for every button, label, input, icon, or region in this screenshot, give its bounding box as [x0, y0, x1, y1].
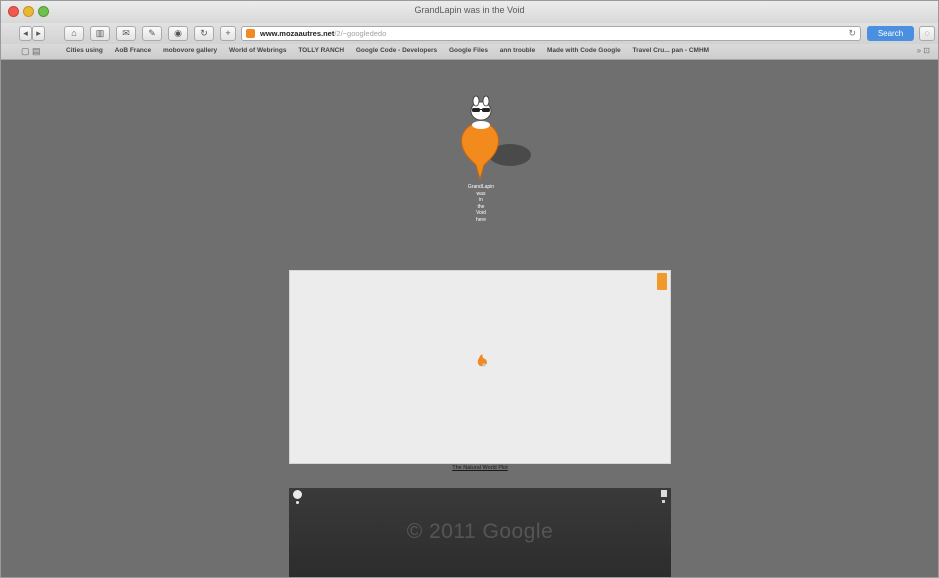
- pegman-icon[interactable]: [657, 273, 667, 290]
- expand-icon[interactable]: [661, 490, 667, 497]
- pen-icon: ✎: [148, 28, 156, 38]
- downloads-button[interactable]: ◌: [919, 26, 935, 41]
- add-tab-button[interactable]: +: [220, 26, 236, 41]
- url-path: /2/~googlededo: [334, 29, 387, 38]
- bookmarks-list: Cities using AoB France mobovore gallery…: [66, 47, 719, 54]
- pin-label-line: here: [475, 216, 486, 223]
- browser-window: GrandLapin was in the Void ◂ ▸ ⌂ ▥ ✉ ✎ ◉…: [0, 0, 939, 578]
- window-title: GrandLapin was in the Void: [414, 5, 525, 15]
- url-reload-icon[interactable]: ↻: [848, 27, 856, 40]
- bookmark-item[interactable]: AoB France: [115, 47, 151, 54]
- bookmark-item[interactable]: Cities using: [66, 47, 103, 54]
- share-icon[interactable]: » ⊡: [917, 46, 930, 55]
- forward-button[interactable]: ▸: [32, 26, 45, 41]
- search-field[interactable]: Search: [867, 26, 914, 41]
- reload-icon: ↻: [200, 28, 208, 38]
- bookmarks-button[interactable]: ▥: [90, 26, 110, 41]
- home-icon: ⌂: [71, 28, 77, 38]
- expand-dot-icon: [662, 500, 665, 503]
- bookmark-item[interactable]: Travel Cru... pan - CMHM: [632, 47, 709, 54]
- reload-button[interactable]: ↻: [194, 26, 214, 41]
- safari-icon: ◉: [174, 28, 182, 38]
- mail-icon: ✉: [122, 28, 130, 38]
- bookmark-item[interactable]: Google Files: [449, 47, 488, 54]
- bookmark-item[interactable]: World of Webrings: [229, 47, 287, 54]
- bookmarks-icon: ▥: [95, 28, 105, 38]
- rabbit-marker-icon[interactable]: [475, 354, 489, 368]
- add-tab-icon: +: [225, 28, 231, 38]
- map-caption-link[interactable]: The Natural World Plot: [289, 465, 671, 471]
- compass-dot-icon: [296, 501, 299, 504]
- forward-icon: ▸: [36, 28, 41, 38]
- toolbar: ◂ ▸ ⌂ ▥ ✉ ✎ ◉ ↻ + www.mozaautres.net/2/~…: [1, 23, 938, 44]
- site-favicon: [246, 29, 255, 38]
- rabbit-pin-icon[interactable]: [458, 95, 534, 185]
- pin-label: GrandLapin was in the Void here: [441, 184, 521, 223]
- mail-button[interactable]: ✉: [116, 26, 136, 41]
- street-view-watermark: © 2011 Google: [406, 520, 554, 543]
- bookmark-item[interactable]: TOLLY RANCH: [298, 47, 344, 54]
- back-icon: ◂: [23, 28, 28, 38]
- downloads-icon: ◌: [924, 28, 930, 38]
- url-host: www.mozaautres.net: [260, 29, 335, 38]
- bookmark-item[interactable]: ann trouble: [500, 47, 535, 54]
- bookmarks-bar: ▢ ▤ Cities using AoB France mobovore gal…: [1, 44, 938, 60]
- compass-icon[interactable]: [293, 490, 302, 499]
- home-button[interactable]: ⌂: [64, 26, 84, 41]
- bookmark-item[interactable]: Google Code - Developers: [356, 47, 437, 54]
- bookmark-item[interactable]: mobovore gallery: [163, 47, 217, 54]
- safari-button[interactable]: ◉: [168, 26, 188, 41]
- bookmark-item[interactable]: Made with Code Google: [547, 47, 621, 54]
- street-view-panel[interactable]: © 2011 Google: [289, 488, 671, 577]
- pen-button[interactable]: ✎: [142, 26, 162, 41]
- title-bar: GrandLapin was in the Void: [1, 1, 938, 24]
- address-bar[interactable]: www.mozaautres.net/2/~googlededo ↻: [241, 26, 861, 41]
- reader-icon[interactable]: ▢ ▤: [21, 46, 41, 57]
- back-button[interactable]: ◂: [19, 26, 32, 41]
